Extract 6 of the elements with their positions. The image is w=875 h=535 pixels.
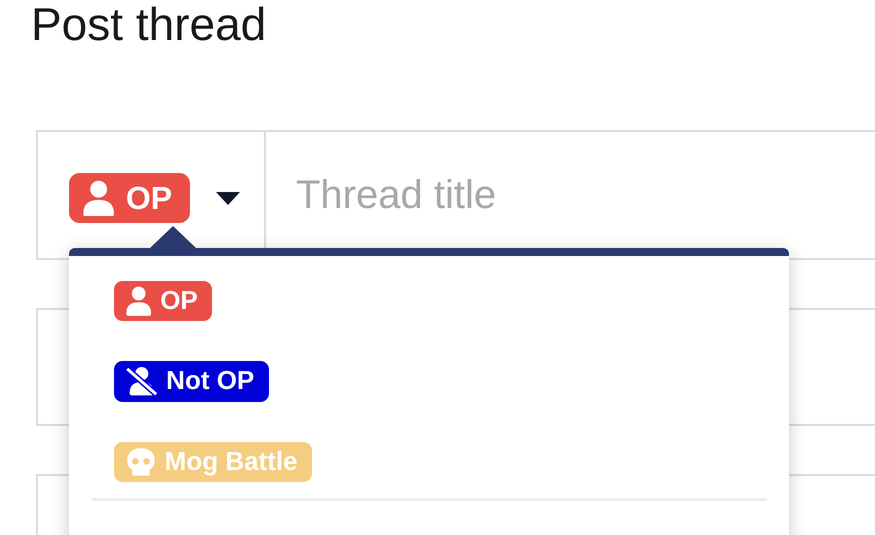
- prefix-option[interactable]: Not OP: [114, 361, 269, 402]
- user-slash-icon: [126, 366, 158, 396]
- page-title: Post thread: [31, 0, 268, 52]
- skull-icon: [126, 446, 156, 477]
- prefix-option[interactable]: OP: [114, 281, 212, 322]
- user-icon: [126, 286, 152, 316]
